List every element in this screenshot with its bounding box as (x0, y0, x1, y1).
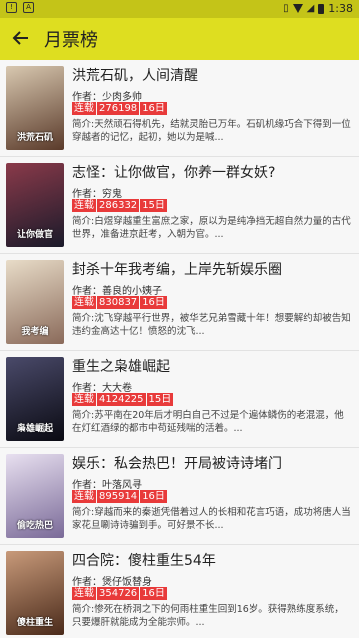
book-cover[interactable]: 我考编 (6, 260, 64, 344)
book-cover[interactable]: 枭雄崛起 (6, 357, 64, 441)
book-title[interactable]: 重生之枭雄崛起 (72, 356, 352, 376)
status-badge: 连载 (72, 102, 96, 115)
status-badge: 连载 (72, 296, 96, 309)
book-item[interactable]: 洪荒石矶 洪荒石矶，人间清醒 作者：少肉多帅 连载 276198 16日 简介:… (0, 60, 359, 157)
book-title[interactable]: 娱乐：私会热巴！开局被诗诗堵门 (72, 453, 352, 473)
cover-title: 枭雄崛起 (16, 424, 53, 434)
count-badge: 354726 (97, 587, 140, 600)
book-badges: 连载 286332 15日 (72, 199, 167, 212)
book-intro: 简介:苏平南在20年后才明白自己不过是个遍体鳞伤的老混混，他在灯红酒绿的都市中苟… (72, 410, 344, 434)
book-badges: 连载 830837 16日 (72, 296, 167, 309)
book-cover[interactable]: 偷吃热巴 (6, 454, 64, 538)
book-item[interactable]: 偷吃热巴 娱乐：私会热巴！开局被诗诗堵门 作者：叶落风寻 连载 895914 1… (0, 448, 359, 545)
cover-title: 傻柱重生 (16, 618, 53, 628)
book-intro: 简介:惨死在桥洞之下的何雨柱重生回到16岁。获得熟练度系统，只要爆肝就能成为全能… (72, 604, 344, 628)
book-cover[interactable]: 让你做官 (6, 163, 64, 247)
days-badge: 15日 (140, 199, 167, 212)
book-author: 作者：穷鬼 (72, 189, 122, 200)
count-badge: 830837 (97, 296, 140, 309)
book-list[interactable]: 洪荒石矶 洪荒石矶，人间清醒 作者：少肉多帅 连载 276198 16日 简介:… (0, 60, 359, 638)
book-author: 作者：叶落风寻 (72, 480, 142, 491)
book-intro: 简介:穿越而来的秦逝凭借着过人的长相和花言巧语，成功将唐人当家花旦唰诗诗骗到手。… (72, 507, 351, 531)
book-badges: 连载 276198 16日 (72, 102, 167, 115)
status-bar: ! A ▯ ◢ 1:38 (0, 0, 359, 18)
days-badge: 15日 (146, 393, 174, 406)
days-badge: 16日 (140, 296, 167, 309)
book-title[interactable]: 四合院：傻柱重生54年 (72, 550, 352, 570)
count-badge: 895914 (97, 490, 140, 503)
status-badge: 连载 (72, 199, 96, 212)
status-badge: 连载 (72, 587, 96, 600)
book-cover[interactable]: 傻柱重生 (6, 551, 64, 635)
book-item[interactable]: 让你做官 志怪：让你做官，你养一群女妖? 作者：穷鬼 连载 286332 15日… (0, 157, 359, 254)
status-left-icons: ! A (6, 2, 34, 13)
days-badge: 16日 (140, 102, 167, 115)
notification-icon: ! (6, 2, 17, 13)
book-intro: 简介:白煜穿越重生富庶之家，原以为是纯净挡无超自然力量的古代世界，准备进京赶考，… (72, 216, 351, 240)
count-badge: 286332 (97, 199, 140, 212)
battery-icon (318, 3, 325, 14)
status-right: ▯ ◢ 1:38 (283, 2, 353, 15)
count-badge: 4124225 (97, 393, 146, 406)
book-item[interactable]: 傻柱重生 四合院：傻柱重生54年 作者：煲仔饭替身 连载 354726 16日 … (0, 545, 359, 638)
book-title[interactable]: 志怪：让你做官，你养一群女妖? (72, 162, 352, 182)
status-badge: 连载 (72, 393, 96, 406)
book-item[interactable]: 我考编 封杀十年我考编，上岸先斩娱乐圈 作者：善良的小姨子 连载 830837 … (0, 254, 359, 351)
wifi-icon (292, 4, 303, 13)
book-cover[interactable]: 洪荒石矶 (6, 66, 64, 150)
cover-title: 我考编 (21, 327, 49, 337)
book-title[interactable]: 洪荒石矶，人间清醒 (72, 65, 352, 85)
days-badge: 16日 (140, 490, 167, 503)
book-title[interactable]: 封杀十年我考编，上岸先斩娱乐圈 (72, 259, 352, 279)
back-arrow-icon[interactable] (12, 25, 34, 51)
cover-title: 偷吃热巴 (16, 521, 53, 531)
book-badges: 连载 4124225 15日 (72, 393, 174, 406)
book-badges: 连载 895914 16日 (72, 490, 167, 503)
book-author: 作者：善良的小姨子 (72, 286, 162, 297)
cover-title: 洪荒石矶 (16, 133, 53, 143)
status-badge: 连载 (72, 490, 96, 503)
book-author: 作者：少肉多帅 (72, 92, 142, 103)
book-author: 作者：大大卷 (72, 383, 132, 394)
toolbar: 月票榜 (0, 18, 359, 60)
page-title: 月票榜 (44, 30, 98, 51)
count-badge: 276198 (97, 102, 140, 115)
cover-title: 让你做官 (16, 230, 53, 240)
book-item[interactable]: 枭雄崛起 重生之枭雄崛起 作者：大大卷 连载 4124225 15日 简介:苏平… (0, 351, 359, 448)
book-author: 作者：煲仔饭替身 (72, 577, 152, 588)
book-badges: 连载 354726 16日 (72, 587, 167, 600)
app-icon: A (23, 2, 34, 13)
days-badge: 16日 (140, 587, 167, 600)
status-time: 1:38 (328, 2, 353, 15)
vibrate-icon: ▯ (283, 3, 289, 14)
signal-icon: ◢ (306, 3, 315, 14)
book-intro: 简介:沈飞穿越平行世界，被华艺兄弟雪藏十年！想要解约却被告知违约金高达十亿！愤怒… (72, 313, 351, 337)
book-intro: 简介:天然顽石得机先，结就灵胎已万年。石矶机缘巧合下得到一位穿越者的记忆，起初，… (72, 119, 351, 143)
